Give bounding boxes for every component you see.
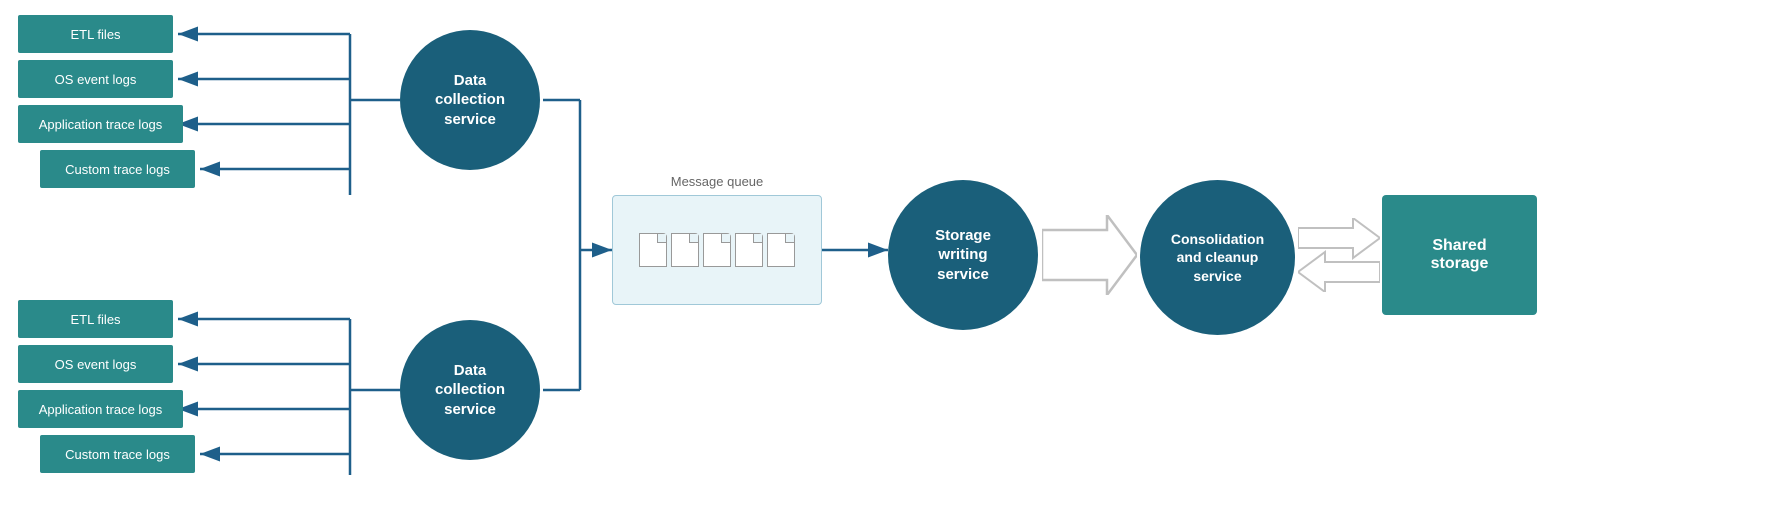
queue-documents [639,233,795,267]
app-trace-logs-box-1: Application trace logs [18,105,183,143]
architecture-diagram: ETL files OS event logs Application trac… [0,0,1771,516]
doc-icon-2 [671,233,699,267]
os-event-logs-box-1: OS event logs [18,60,173,98]
app-trace-logs-box-2: Application trace logs [18,390,183,428]
etl-files-box-2: ETL files [18,300,173,338]
message-queue-label: Message queue [671,174,764,189]
data-collection-circle-2: Datacollectionservice [400,320,540,460]
message-queue: Message queue [612,195,822,305]
doc-icon-5 [767,233,795,267]
arrow-to-consolidation [1042,215,1137,295]
etl-files-box-1: ETL files [18,15,173,53]
data-collection-circle-1: Datacollectionservice [400,30,540,170]
consolidation-circle: Consolidationand cleanupservice [1140,180,1295,335]
double-arrow [1298,218,1380,292]
doc-icon-3 [703,233,731,267]
doc-icon-1 [639,233,667,267]
os-event-logs-box-2: OS event logs [18,345,173,383]
shared-storage-box: Sharedstorage [1382,195,1537,315]
storage-writing-circle: Storagewritingservice [888,180,1038,330]
doc-icon-4 [735,233,763,267]
custom-trace-logs-box-1: Custom trace logs [40,150,195,188]
custom-trace-logs-box-2: Custom trace logs [40,435,195,473]
